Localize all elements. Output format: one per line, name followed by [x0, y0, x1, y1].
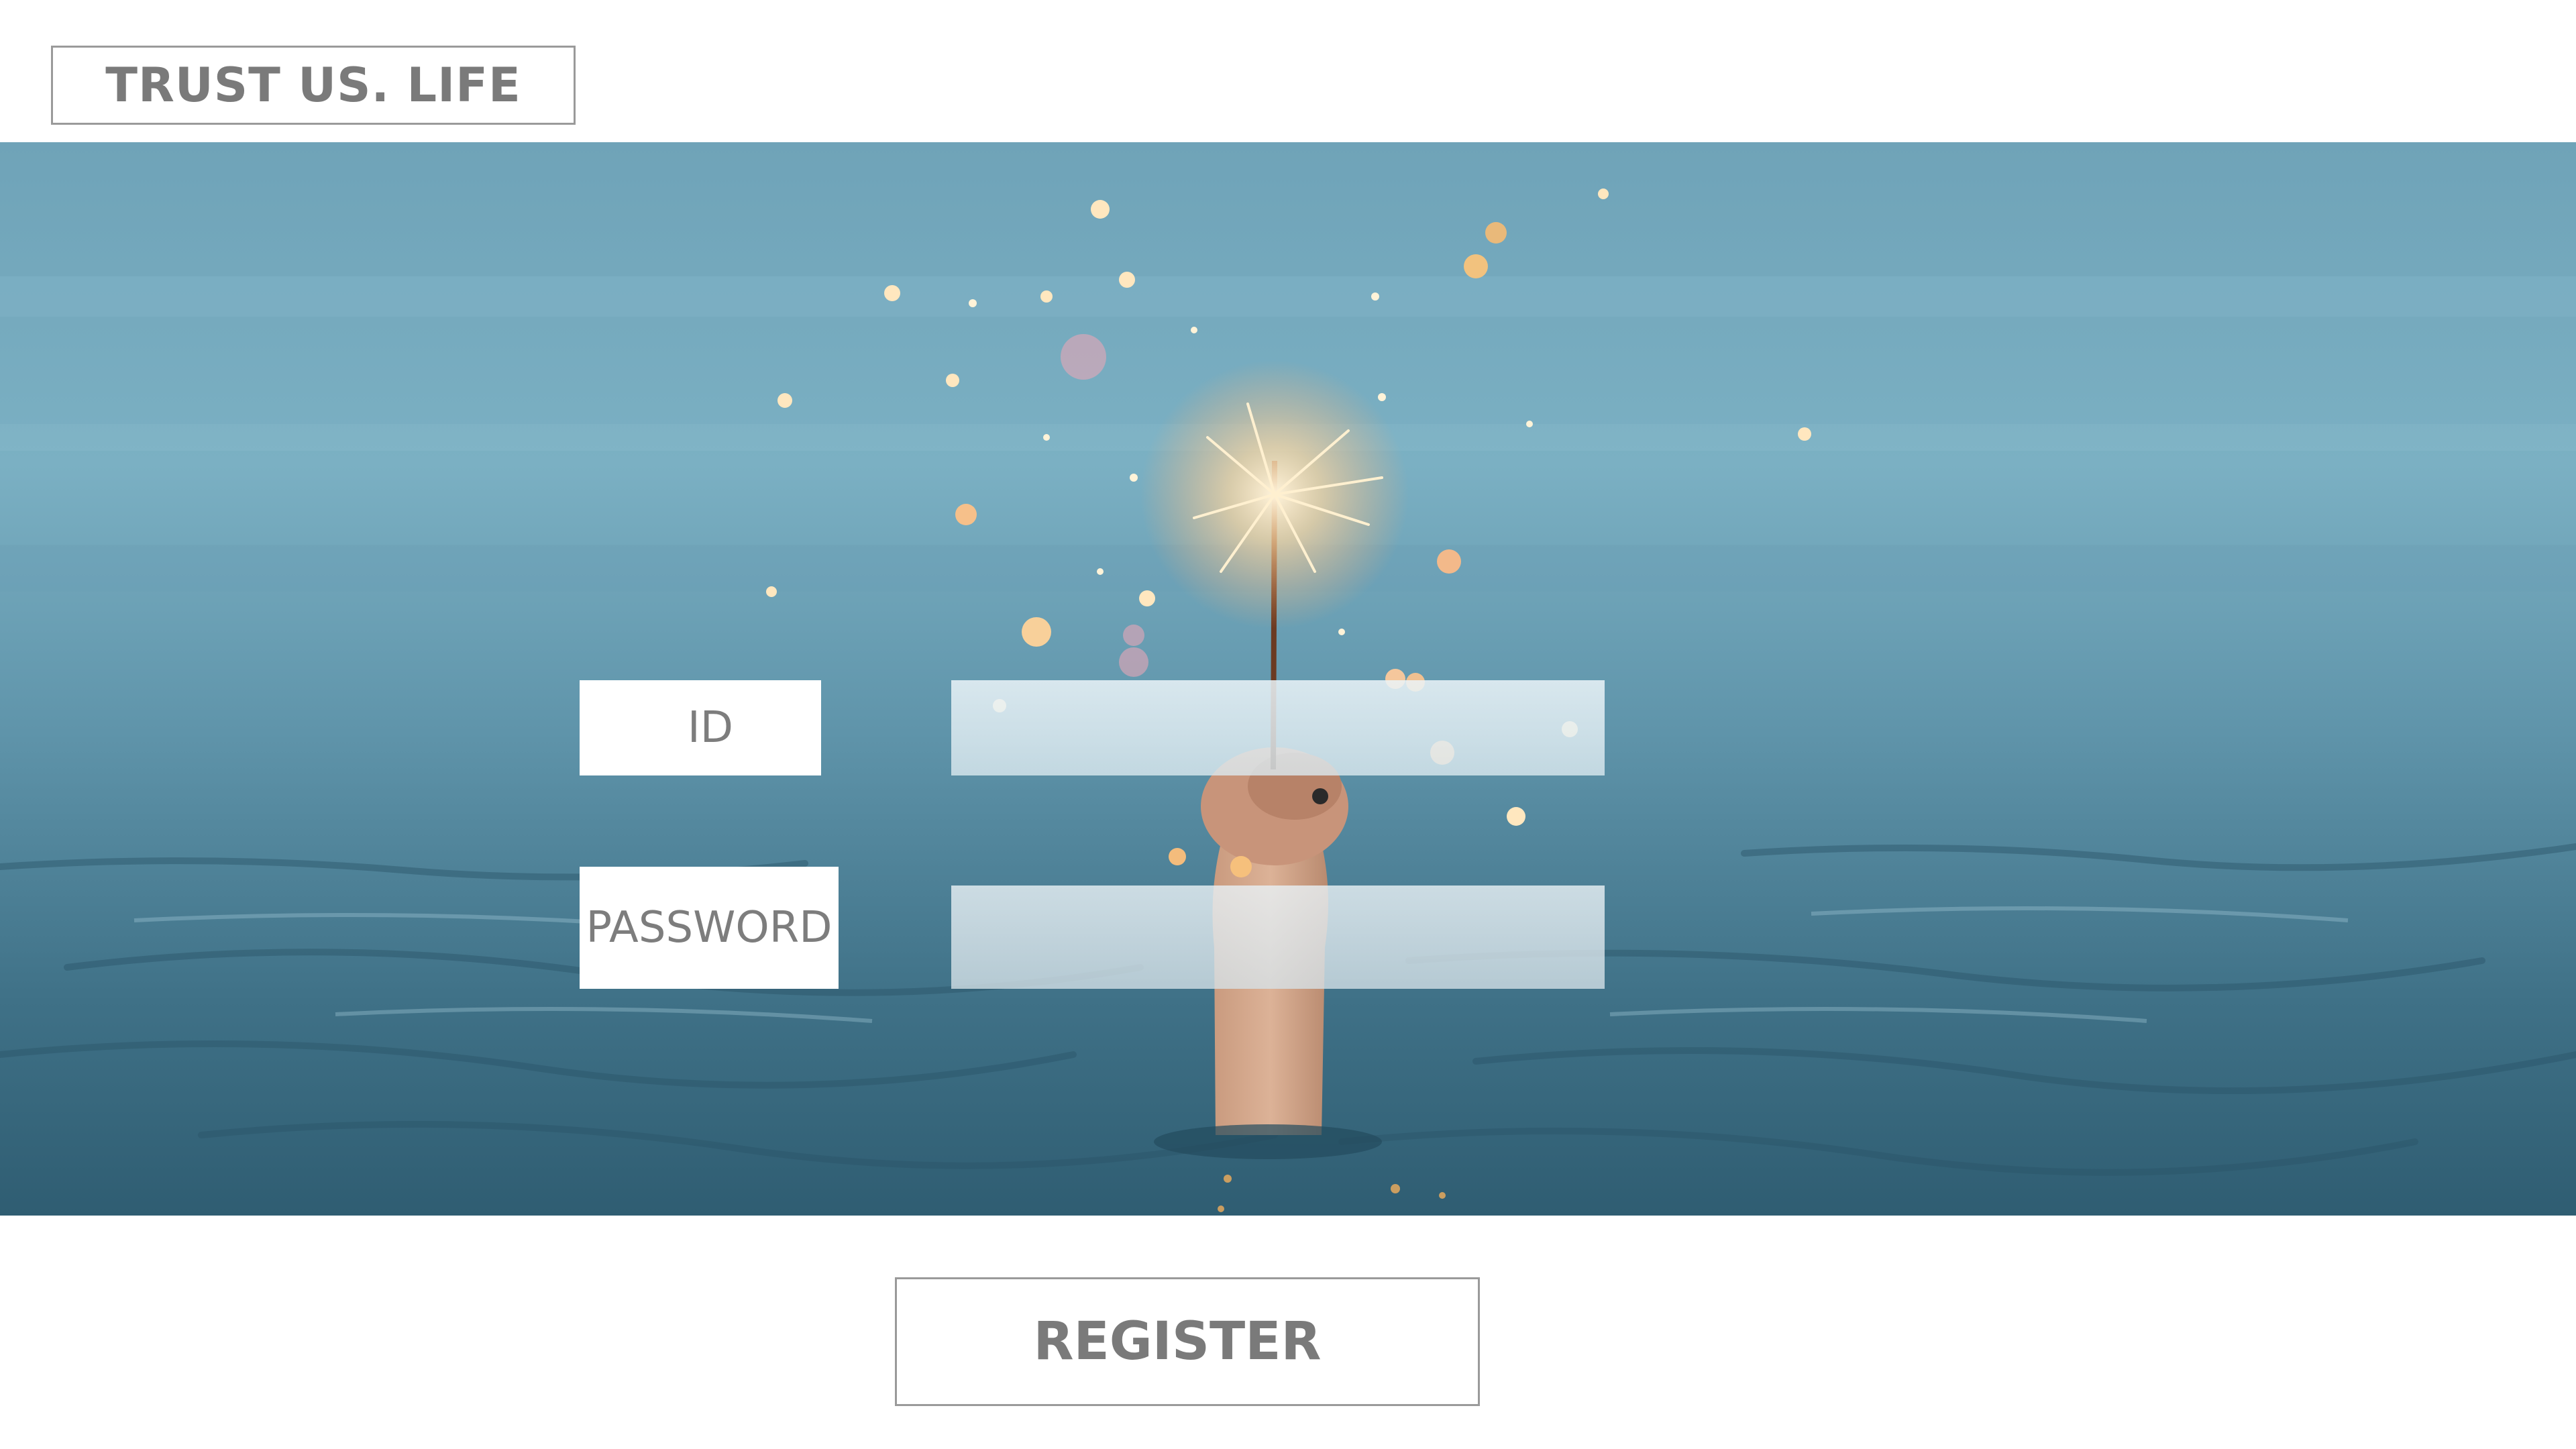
- register-button[interactable]: REGISTER: [895, 1277, 1480, 1406]
- password-input[interactable]: [951, 885, 1605, 989]
- password-label: PASSWORD: [586, 903, 833, 953]
- brand-name: TRUST US. LIFE: [105, 58, 521, 113]
- sparkler-photo: [0, 142, 2576, 1216]
- id-label-box: ID: [580, 680, 821, 775]
- brand-logo[interactable]: TRUST US. LIFE: [51, 46, 576, 125]
- register-label: REGISTER: [1033, 1311, 1322, 1372]
- password-label-box: PASSWORD: [580, 867, 839, 989]
- id-input[interactable]: [951, 680, 1605, 775]
- hero-background-image: [0, 142, 2576, 1216]
- login-page: TRUST US. LIFE ID PASSWORD REGISTER: [0, 0, 2576, 1449]
- id-label: ID: [687, 703, 734, 753]
